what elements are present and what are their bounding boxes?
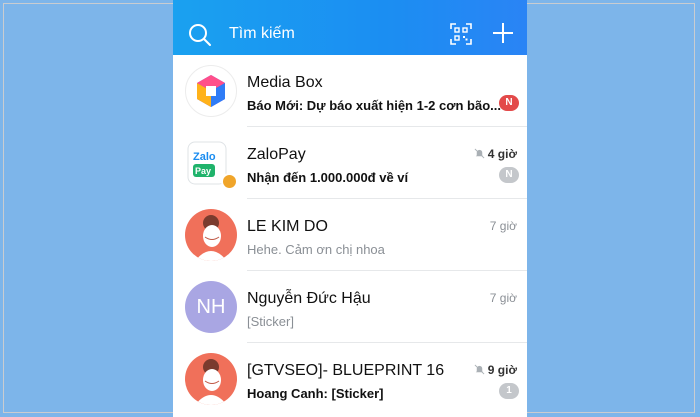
timestamp-text: 9 giờ (487, 363, 517, 377)
avatar (185, 353, 237, 405)
conversation-row[interactable]: Media Box Báo Mới: Dự báo xuất hiện 1-2 … (173, 55, 527, 127)
plus-icon[interactable] (491, 21, 515, 45)
top-bar: Tìm kiếm (173, 0, 527, 55)
unread-badge: N (499, 167, 519, 183)
conversation-name: LE KIM DO (247, 218, 328, 235)
avatar (185, 209, 237, 261)
conversation-row[interactable]: LE KIM DO Hehe. Cảm ơn chị nhoa 7 giờ (173, 199, 527, 271)
search-input[interactable]: Tìm kiếm (229, 25, 295, 43)
conversation-preview: Hehe. Cảm ơn chị nhoa (247, 242, 385, 257)
media-box-logo-icon (197, 75, 225, 107)
timestamp: 7 giờ (489, 291, 517, 305)
conversation-preview: Nhận đến 1.000.000đ về ví (247, 170, 409, 185)
timestamp: 7 giờ (489, 219, 517, 233)
muted-bell-icon (474, 148, 485, 159)
conversation-list: Media Box Báo Mới: Dự báo xuất hiện 1-2 … (173, 55, 527, 415)
default-person-avatar-icon (185, 353, 237, 405)
conversation-preview: Báo Mới: Dự báo xuất hiện 1-2 cơn bão... (247, 98, 501, 113)
muted-bell-icon (474, 364, 485, 375)
conversation-name: Nguyễn Đức Hậu (247, 290, 371, 307)
conversation-row[interactable]: Zalo Pay ZaloPay Nhận đến 1.000.000đ về … (173, 127, 527, 199)
timestamp: 9 giờ (474, 363, 517, 377)
qr-scan-icon[interactable] (449, 22, 473, 46)
default-person-avatar-icon (185, 209, 237, 261)
conversation-name: [GTVSEO]- BLUEPRINT 16 (247, 362, 445, 379)
conversation-row[interactable]: [GTVSEO]- BLUEPRINT 16 Hoang Canh: [Stic… (173, 343, 527, 415)
conversation-name: ZaloPay (247, 146, 306, 163)
svg-text:Zalo: Zalo (193, 151, 216, 163)
avatar-initials: NH (185, 281, 237, 333)
conversation-preview: Hoang Canh: [Sticker] (247, 386, 384, 401)
svg-text:Pay: Pay (195, 166, 211, 176)
search-icon[interactable] (187, 22, 213, 48)
media-box-avatar (185, 65, 237, 117)
unread-badge: 1 (499, 383, 519, 399)
verified-icon (221, 173, 238, 190)
conversation-preview: [Sticker] (247, 314, 294, 329)
conversation-name: Media Box (247, 74, 323, 91)
unread-badge: N (499, 95, 519, 111)
phone-screen: Tìm kiếm Media Box Báo Mới: Dự báo xuất … (173, 0, 527, 417)
timestamp-text: 4 giờ (487, 147, 517, 161)
conversation-row[interactable]: NH Nguyễn Đức Hậu [Sticker] 7 giờ (173, 271, 527, 343)
timestamp: 4 giờ (474, 147, 517, 161)
